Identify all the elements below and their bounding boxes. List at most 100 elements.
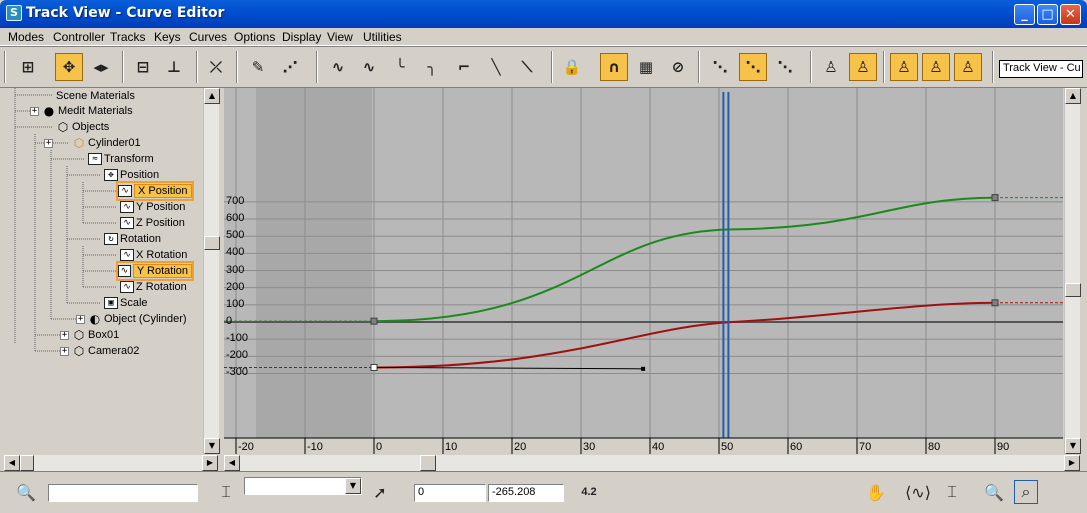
custom-tangent-button[interactable]: ∿ [355,53,383,81]
pan-button[interactable]: ✋ [864,480,888,504]
zoom-region-button[interactable]: ⌕ [1014,480,1038,504]
y-rotation-curve[interactable] [373,301,996,369]
step-tangent-button[interactable]: ⌐ [450,53,478,81]
tree-item-scale[interactable]: ▣ Scale [104,295,148,311]
x-position-curve[interactable] [373,196,996,323]
tree-item-scene-materials[interactable]: Scene Materials [56,88,135,104]
menu-keys[interactable]: Keys [154,30,181,44]
move-keys-button[interactable]: ✥ [55,53,83,81]
scroll-left-button[interactable]: ◀ [224,455,240,471]
value-field[interactable]: -265.208 [488,484,564,502]
expand-toggle-icon[interactable]: + [30,107,39,116]
frame-field[interactable]: 0 [414,484,486,502]
hierarchy-horizontal-scrollbar[interactable]: ◀ ▶ [4,455,218,471]
show-biped-position-button[interactable]: ♙ [817,53,845,81]
app-icon[interactable]: S [6,5,22,21]
menu-utilities[interactable]: Utilities [363,30,402,44]
edit-track-name-button[interactable]: ⌶ [214,480,238,504]
tree-item-camera02[interactable]: ⬡ Camera02 [72,343,140,359]
menu-curves[interactable]: Curves [189,30,227,44]
graph-vertical-scrollbar[interactable]: ▲ ▼ [1064,88,1081,454]
x-position-key[interactable] [370,317,378,325]
expand-toggle-icon[interactable]: + [76,315,85,324]
show-biped-y-button[interactable]: ♙ [922,53,950,81]
scroll-thumb[interactable] [420,455,436,471]
track-view-name-field[interactable]: Track View - Cu [999,60,1083,78]
filters-button[interactable]: ⊞ [14,53,42,81]
lock-tangents-button[interactable]: ⋱ [771,53,799,81]
maximize-button[interactable]: □ [1037,4,1058,25]
menu-tracks[interactable]: Tracks [110,30,146,44]
linear-tangent-button[interactable]: ╲ [482,53,510,81]
select-cursor-button[interactable]: ➚ [368,480,392,504]
auto-tangent-button[interactable]: ∿ [324,53,352,81]
expand-toggle-icon[interactable]: + [60,331,69,340]
tree-item-position[interactable]: ✥ Position [104,167,159,183]
controller-hierarchy[interactable]: Scene Materials + ● Medit Materials ⬡ Ob… [4,88,202,454]
curve-graph[interactable]: -20 -10 0 10 20 30 40 50 60 70 80 90 700 600 500 400 30… [224,88,1063,454]
show-biped-x-button[interactable]: ♙ [890,53,918,81]
zoom-value-extents-button[interactable]: ⌶ [940,480,964,504]
scroll-down-button[interactable]: ▼ [204,438,220,454]
tree-item-x-rotation[interactable]: ∿ X Rotation [120,247,187,263]
tree-item-box01[interactable]: ⬡ Box01 [72,327,119,343]
select-by-name-field[interactable] [48,484,198,502]
scroll-up-button[interactable]: ▲ [204,88,220,104]
parameter-out-of-range-button[interactable]: ▦ [632,53,660,81]
scale-values-button[interactable]: ⊥ [160,53,188,81]
toolbar-grip[interactable] [4,51,6,83]
zoom-factor-indicator[interactable]: 4.2 [574,480,604,504]
tree-item-x-position[interactable]: ∿ X Position [116,181,194,201]
title-bar[interactable]: S Track View - Curve Editor _ □ ✕ [0,0,1087,28]
scroll-thumb[interactable] [1065,283,1081,297]
lock-selection-button[interactable]: 🔒 [558,53,586,81]
menu-modes[interactable]: Modes [8,30,44,44]
tree-item-z-position[interactable]: ∿ Z Position [120,215,185,231]
scroll-right-button[interactable]: ▶ [202,455,218,471]
tree-item-objects[interactable]: ⬡ Objects [56,119,110,135]
smooth-tangent-button[interactable]: ⟍ [513,53,541,81]
curve-graph-canvas[interactable]: -20 -10 0 10 20 30 40 50 60 70 80 90 [224,88,1063,454]
tree-item-z-rotation[interactable]: ∿ Z Rotation [120,279,187,295]
draw-curves-button[interactable]: ✎ [244,53,272,81]
close-button[interactable]: ✕ [1060,4,1081,25]
scroll-up-button[interactable]: ▲ [1065,88,1081,104]
tree-item-transform[interactable]: ≈ Transform [88,151,154,167]
show-all-tangents-button[interactable]: ⋱ [706,53,734,81]
scale-keys-button[interactable]: ⊟ [129,53,157,81]
zoom-selected-object-button[interactable]: 🔍 [14,480,38,504]
show-biped-rotation-button[interactable]: ♙ [849,53,877,81]
tree-item-rotation[interactable]: ↻ Rotation [104,231,161,247]
reduce-keys-button[interactable]: ⋰ [276,53,304,81]
y-rotation-key[interactable] [991,299,999,307]
tangent-handle[interactable] [373,366,644,370]
scroll-thumb[interactable] [20,455,34,471]
tree-item-cylinder01[interactable]: ⬡ Cylinder01 [72,135,141,151]
track-set-dropdown[interactable]: ▼ [244,477,362,495]
tangent-handle-point[interactable] [641,366,646,371]
fast-tangent-button[interactable]: ╰ [386,53,414,81]
dropdown-arrow-icon[interactable]: ▼ [345,478,361,494]
snap-frames-button[interactable]: ∩ [600,53,628,81]
scroll-right-button[interactable]: ▶ [1064,455,1080,471]
menu-options[interactable]: Options [234,30,275,44]
menu-display[interactable]: Display [282,30,321,44]
expand-toggle-icon[interactable]: + [44,139,53,148]
menu-view[interactable]: View [327,30,353,44]
zoom-button[interactable]: 🔍 [982,480,1006,504]
show-tangents-button[interactable]: ⋱ [739,53,767,81]
minimize-button[interactable]: _ [1014,4,1035,25]
zoom-horizontal-extents-button[interactable]: ⟨∿⟩ [905,480,931,504]
add-keys-button[interactable]: ⤫ [202,53,230,81]
tree-item-medit-materials[interactable]: ● Medit Materials [42,103,133,119]
y-rotation-key-selected[interactable] [370,363,378,371]
slide-keys-button[interactable]: ◂▸ [87,53,115,81]
hierarchy-vertical-scrollbar[interactable]: ▲ ▼ [203,88,220,454]
tree-item-y-position[interactable]: ∿ Y Position [120,199,185,215]
scroll-thumb[interactable] [204,236,220,250]
show-keyable-icons-button[interactable]: ⊘ [664,53,692,81]
show-biped-z-button[interactable]: ♙ [954,53,982,81]
expand-toggle-icon[interactable]: + [60,347,69,356]
scroll-left-button[interactable]: ◀ [4,455,20,471]
menu-controller[interactable]: Controller [53,30,105,44]
